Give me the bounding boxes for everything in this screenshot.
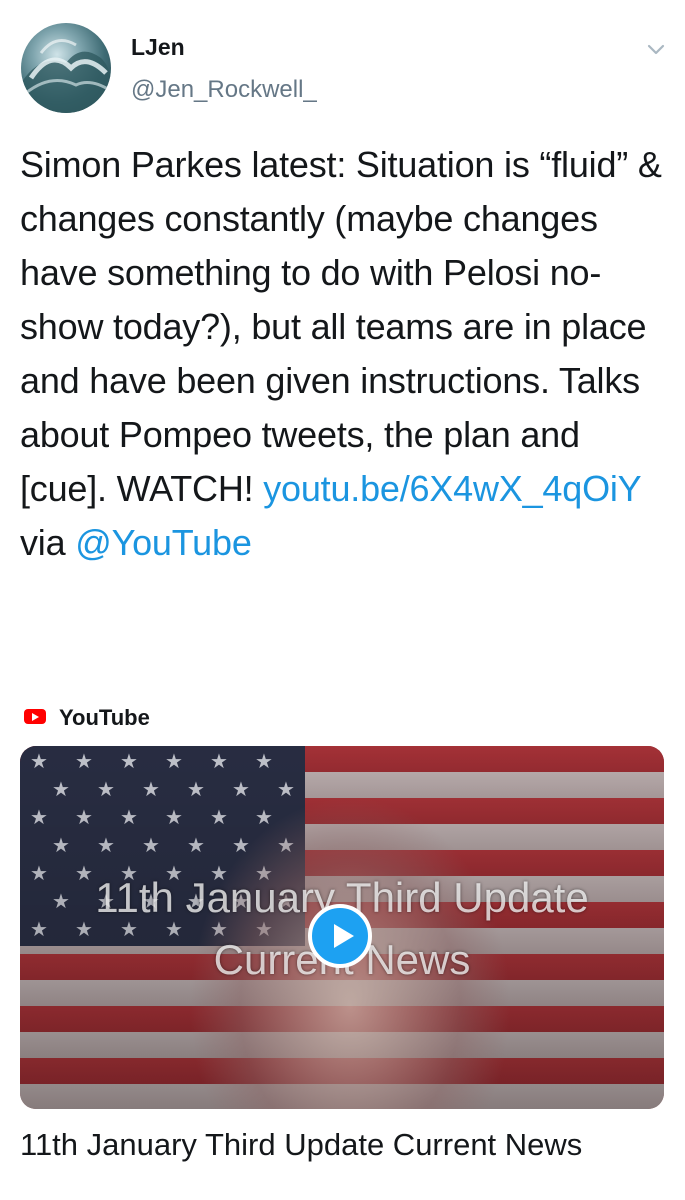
- chevron-down-icon[interactable]: [645, 38, 667, 60]
- avatar[interactable]: [21, 23, 111, 113]
- tweet: LJen @Jen_Rockwell_ Simon Parkes latest:…: [0, 0, 685, 1200]
- video-link[interactable]: youtu.be/6X4wX_4qOiY: [263, 468, 641, 509]
- video-thumbnail[interactable]: ★★★★★★ ★★★★★★ ★★★★★★ ★★★★★★ ★★★★★★ ★★★★★…: [20, 746, 664, 1109]
- youtube-mention[interactable]: @YouTube: [75, 522, 252, 563]
- tweet-text: Simon Parkes latest: Situation is “fluid…: [20, 138, 670, 570]
- user-handle[interactable]: @Jen_Rockwell_: [131, 76, 317, 104]
- youtube-logo-icon: [24, 709, 46, 724]
- display-name[interactable]: LJen: [131, 34, 185, 61]
- avatar-wave-image: [21, 39, 111, 113]
- via-label: via: [20, 522, 66, 563]
- card-title[interactable]: 11th January Third Update Current News: [20, 1124, 640, 1166]
- card-source-label: YouTube: [59, 705, 150, 730]
- tweet-body: Simon Parkes latest: Situation is “fluid…: [20, 144, 662, 509]
- play-icon[interactable]: [308, 904, 372, 968]
